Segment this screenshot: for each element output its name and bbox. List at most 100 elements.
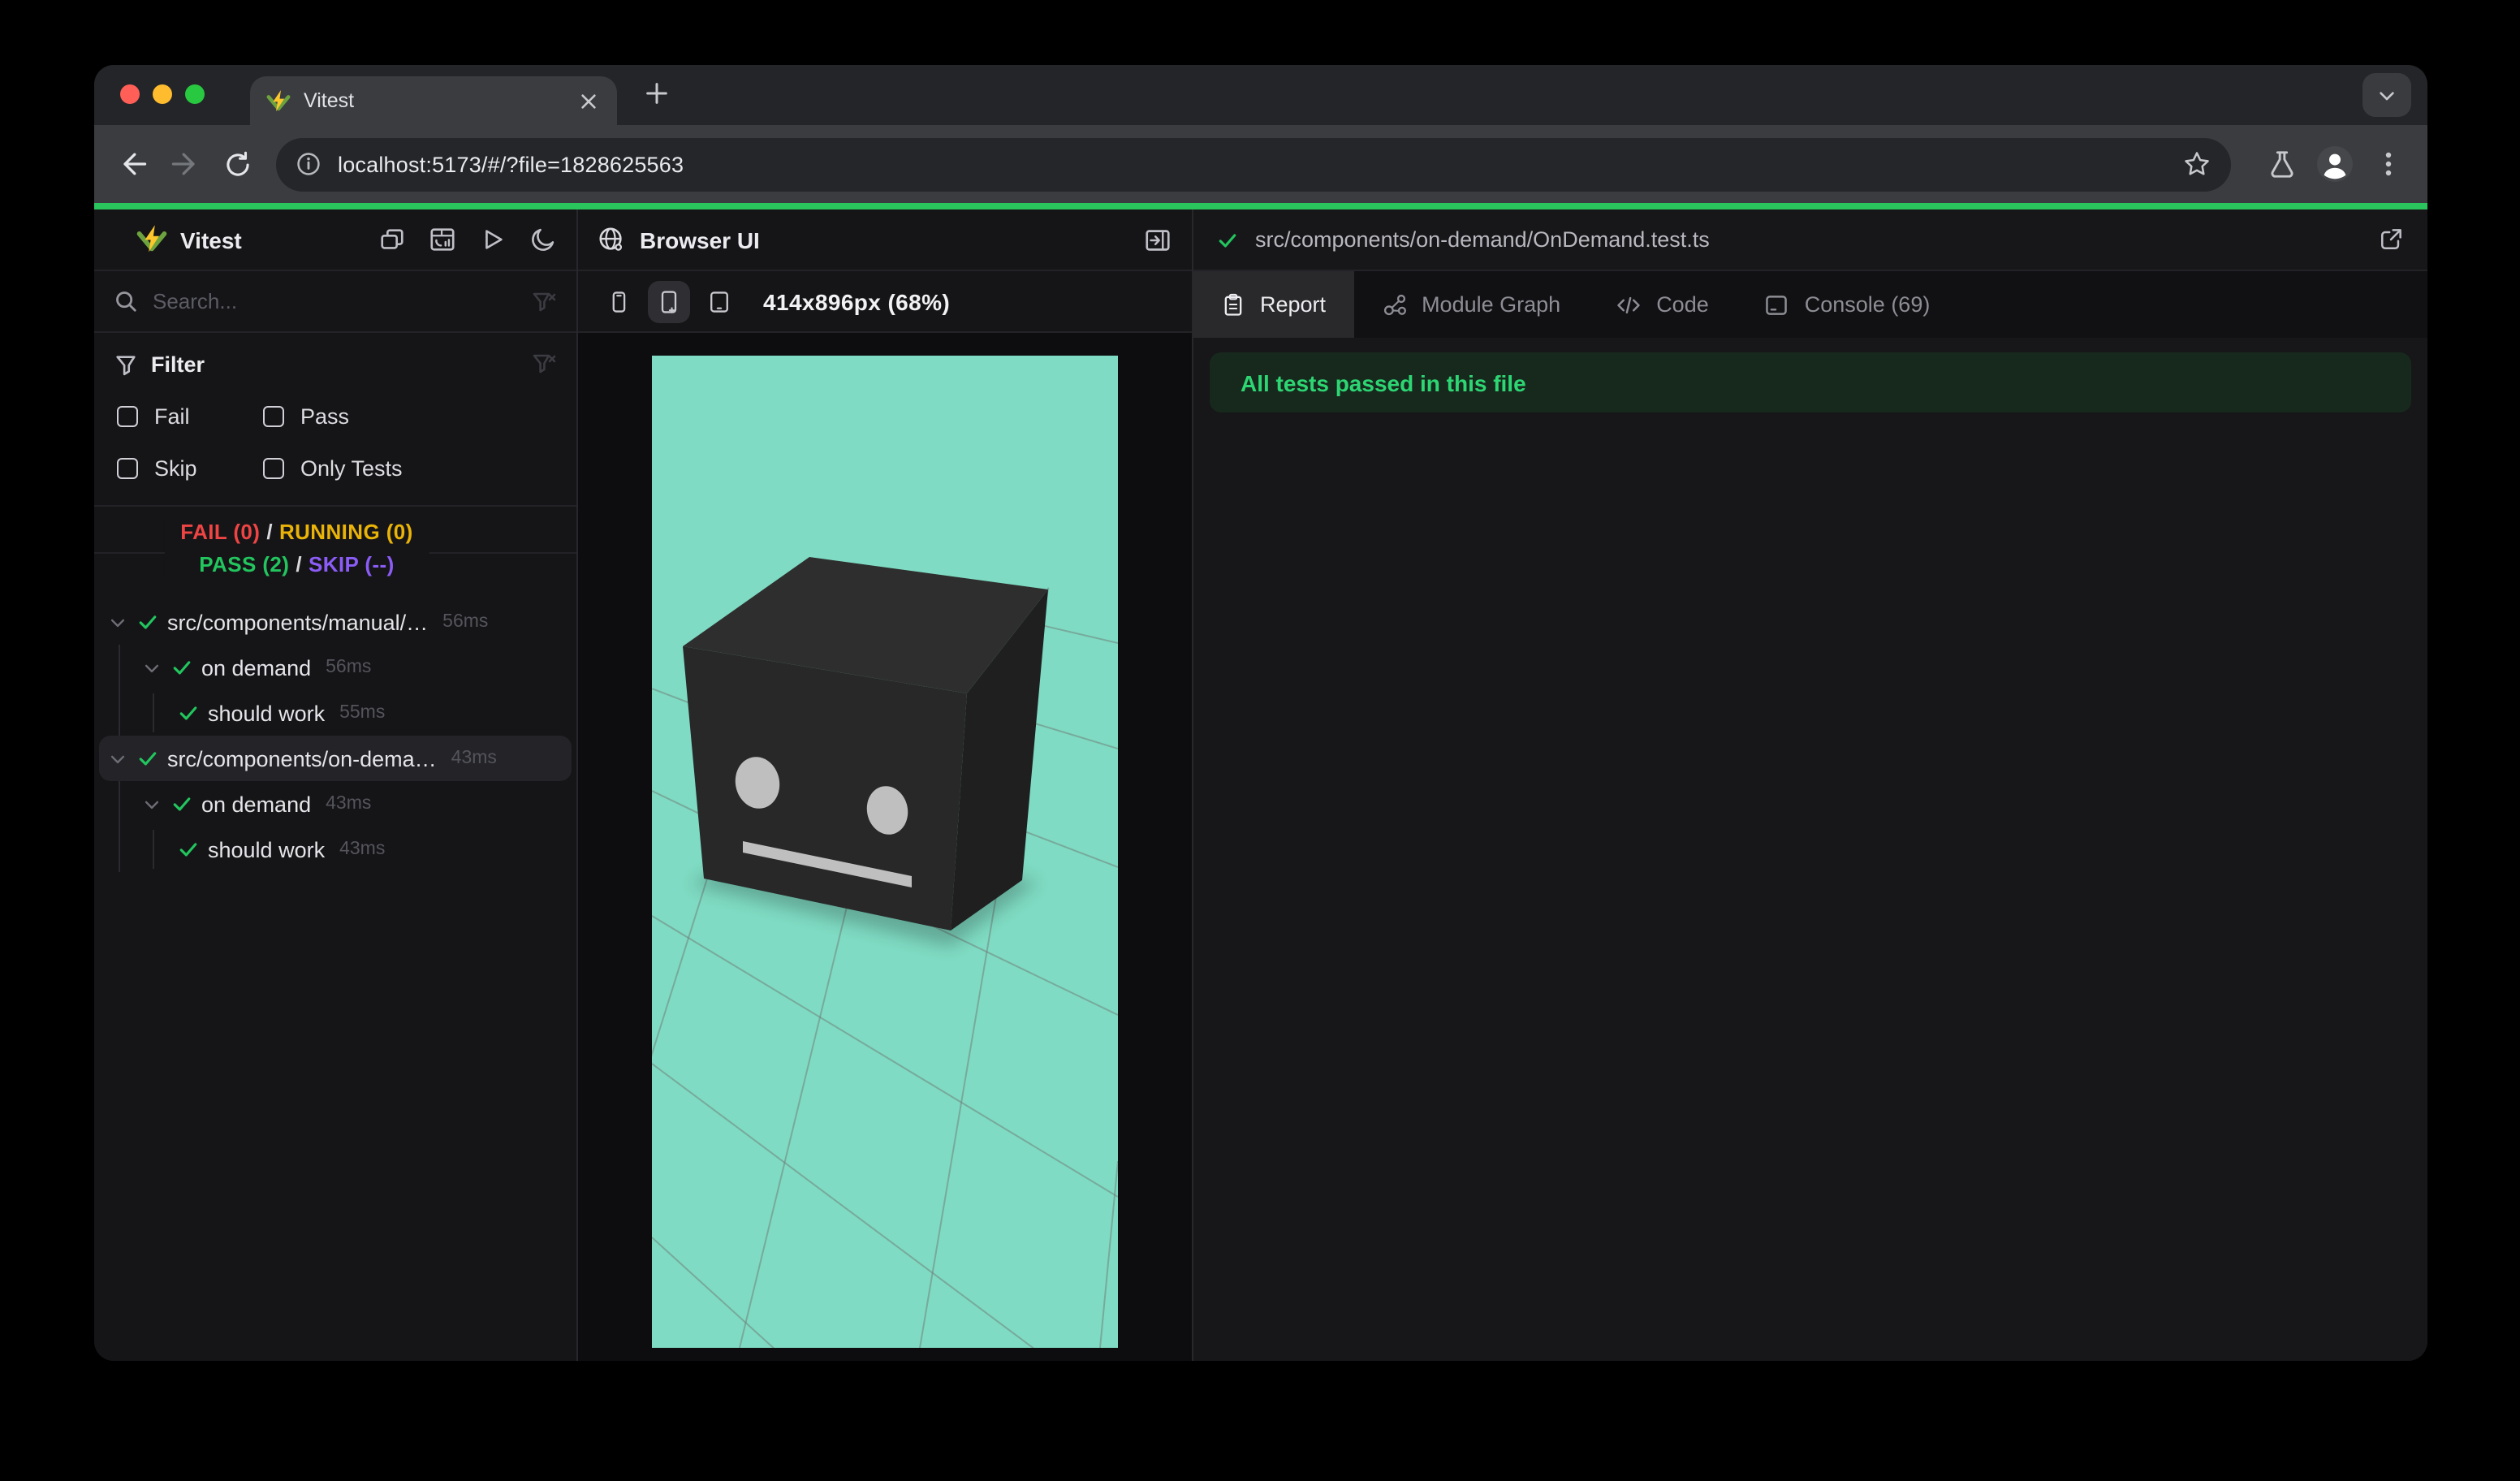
vitest-favicon <box>266 89 291 113</box>
tab-code-label: Code <box>1656 292 1709 317</box>
banner-text: All tests passed in this file <box>1241 369 1526 395</box>
tree-row-file-selected[interactable]: src/components/on-dema… 43ms <box>99 736 572 781</box>
test-file-group: src/components/manual/… 56ms on demand 5… <box>94 599 576 736</box>
status-line-1: FAIL (0) / RUNNING (0) <box>180 516 412 549</box>
collapse-windows-icon[interactable] <box>378 226 406 253</box>
device-mobile-large-button[interactable] <box>648 280 690 322</box>
clear-filter-icon[interactable] <box>531 351 557 377</box>
tab-console[interactable]: Console (69) <box>1737 271 1958 338</box>
pass-count: PASS (2) <box>199 552 290 576</box>
filter-option-skip[interactable]: Skip <box>117 450 263 486</box>
threejs-scene <box>652 557 1118 1348</box>
close-window-button[interactable] <box>120 84 140 104</box>
code-icon <box>1616 291 1642 317</box>
browser-menu-icon[interactable] <box>2369 145 2408 184</box>
zoom-window-button[interactable] <box>185 84 205 104</box>
dashboard-icon[interactable] <box>429 226 456 253</box>
url-text[interactable]: localhost:5173/#/?file=1828625563 <box>338 152 2182 176</box>
test-iframe[interactable] <box>652 356 1118 1348</box>
tree-guide <box>119 781 120 872</box>
tab-close-icon[interactable] <box>575 88 601 114</box>
only-tests-checkbox[interactable] <box>263 457 284 478</box>
browser-tab[interactable]: Vitest <box>250 76 617 125</box>
tree-guide <box>119 645 120 736</box>
tab-report[interactable]: Report <box>1193 271 1354 338</box>
test-duration: 43ms <box>326 794 372 814</box>
run-all-tests-icon[interactable] <box>479 226 507 253</box>
tree-row-suite[interactable]: on demand 56ms <box>94 645 576 690</box>
expand-panel-icon[interactable] <box>1143 225 1172 254</box>
browser-ui-panel: Browser UI 414x896px (68%) <box>578 209 1193 1361</box>
clear-search-filter-icon[interactable] <box>531 288 557 314</box>
experiments-flask-icon[interactable] <box>2262 145 2301 184</box>
module-graph-icon <box>1381 291 1407 317</box>
fail-label: Fail <box>154 404 190 428</box>
test-file-name: src/components/on-dema… <box>167 746 437 771</box>
filter-option-only-tests[interactable]: Only Tests <box>263 450 557 486</box>
test-name: should work <box>208 837 326 861</box>
sidebar-header: Vitest <box>94 209 576 271</box>
forward-button[interactable] <box>166 145 205 184</box>
globe-icon <box>598 226 625 253</box>
test-duration: 43ms <box>451 749 497 768</box>
tab-report-label: Report <box>1260 292 1327 317</box>
search-icon <box>114 289 138 313</box>
pass-check-icon <box>177 702 200 724</box>
reload-button[interactable] <box>218 145 257 184</box>
browser-toolbar: localhost:5173/#/?file=1828625563 <box>94 125 2427 203</box>
profile-avatar[interactable] <box>2315 145 2354 184</box>
url-bar[interactable]: localhost:5173/#/?file=1828625563 <box>276 137 2231 191</box>
chevron-down-icon[interactable] <box>141 657 164 678</box>
browser-window: Vitest localhost:5173/#/?file=1828625563… <box>94 65 2427 1361</box>
pass-check-icon <box>1216 228 1239 251</box>
site-info-icon[interactable] <box>296 151 321 177</box>
tree-row-test[interactable]: should work 43ms <box>94 827 576 872</box>
chevron-down-icon[interactable] <box>141 793 164 814</box>
minimize-window-button[interactable] <box>153 84 172 104</box>
tab-search-chevron-button[interactable] <box>2362 73 2411 117</box>
tab-code[interactable]: Code <box>1588 271 1737 338</box>
skip-label: Skip <box>154 456 197 480</box>
funnel-icon <box>114 352 138 376</box>
filter-option-pass[interactable]: Pass <box>263 398 557 434</box>
test-duration: 55ms <box>339 703 386 723</box>
device-toolbar: 414x896px (68%) <box>578 271 1192 333</box>
pass-check-icon <box>136 611 159 633</box>
tab-module-graph[interactable]: Module Graph <box>1353 271 1588 338</box>
filter-section: Filter Fail Pass Skip Only Tests <box>94 333 576 507</box>
dark-mode-moon-icon[interactable] <box>529 226 557 253</box>
test-file-name: src/components/manual/… <box>167 610 429 634</box>
tab-module-graph-label: Module Graph <box>1422 292 1561 317</box>
pass-check-icon <box>170 656 193 679</box>
device-mobile-small-button[interactable] <box>598 280 640 322</box>
back-button[interactable] <box>114 145 153 184</box>
browser-ui-title: Browser UI <box>640 227 760 253</box>
pass-check-icon <box>136 747 159 770</box>
fail-count: FAIL (0) <box>180 520 261 544</box>
separator: / <box>266 520 273 544</box>
fail-checkbox[interactable] <box>117 405 138 426</box>
tree-row-file[interactable]: src/components/manual/… 56ms <box>94 599 576 645</box>
open-file-path[interactable]: src/components/on-demand/OnDemand.test.t… <box>1255 227 1710 252</box>
window-controls <box>120 84 205 104</box>
pass-checkbox[interactable] <box>263 405 284 426</box>
bookmark-star-icon[interactable] <box>2182 149 2211 179</box>
new-tab-button[interactable] <box>643 80 671 107</box>
pass-check-icon <box>177 838 200 861</box>
tree-guide <box>153 693 154 732</box>
report-tabs: Report Module Graph Code Console (69) <box>1193 271 2427 338</box>
tree-row-suite[interactable]: on demand 43ms <box>94 781 576 827</box>
search-input[interactable] <box>153 289 531 313</box>
vitest-logo-icon <box>136 224 167 255</box>
only-tests-label: Only Tests <box>300 456 403 480</box>
report-content: All tests passed in this file <box>1193 338 2427 1361</box>
device-tablet-button[interactable] <box>698 280 740 322</box>
tree-row-test[interactable]: should work 55ms <box>94 690 576 736</box>
test-summary: FAIL (0) / RUNNING (0) PASS (2) / SKIP (--) <box>94 507 576 591</box>
search-row <box>94 271 576 333</box>
chevron-down-icon[interactable] <box>107 611 130 633</box>
open-external-icon[interactable] <box>2377 226 2405 253</box>
filter-option-fail[interactable]: Fail <box>117 398 263 434</box>
chevron-down-icon[interactable] <box>107 748 130 769</box>
skip-checkbox[interactable] <box>117 457 138 478</box>
